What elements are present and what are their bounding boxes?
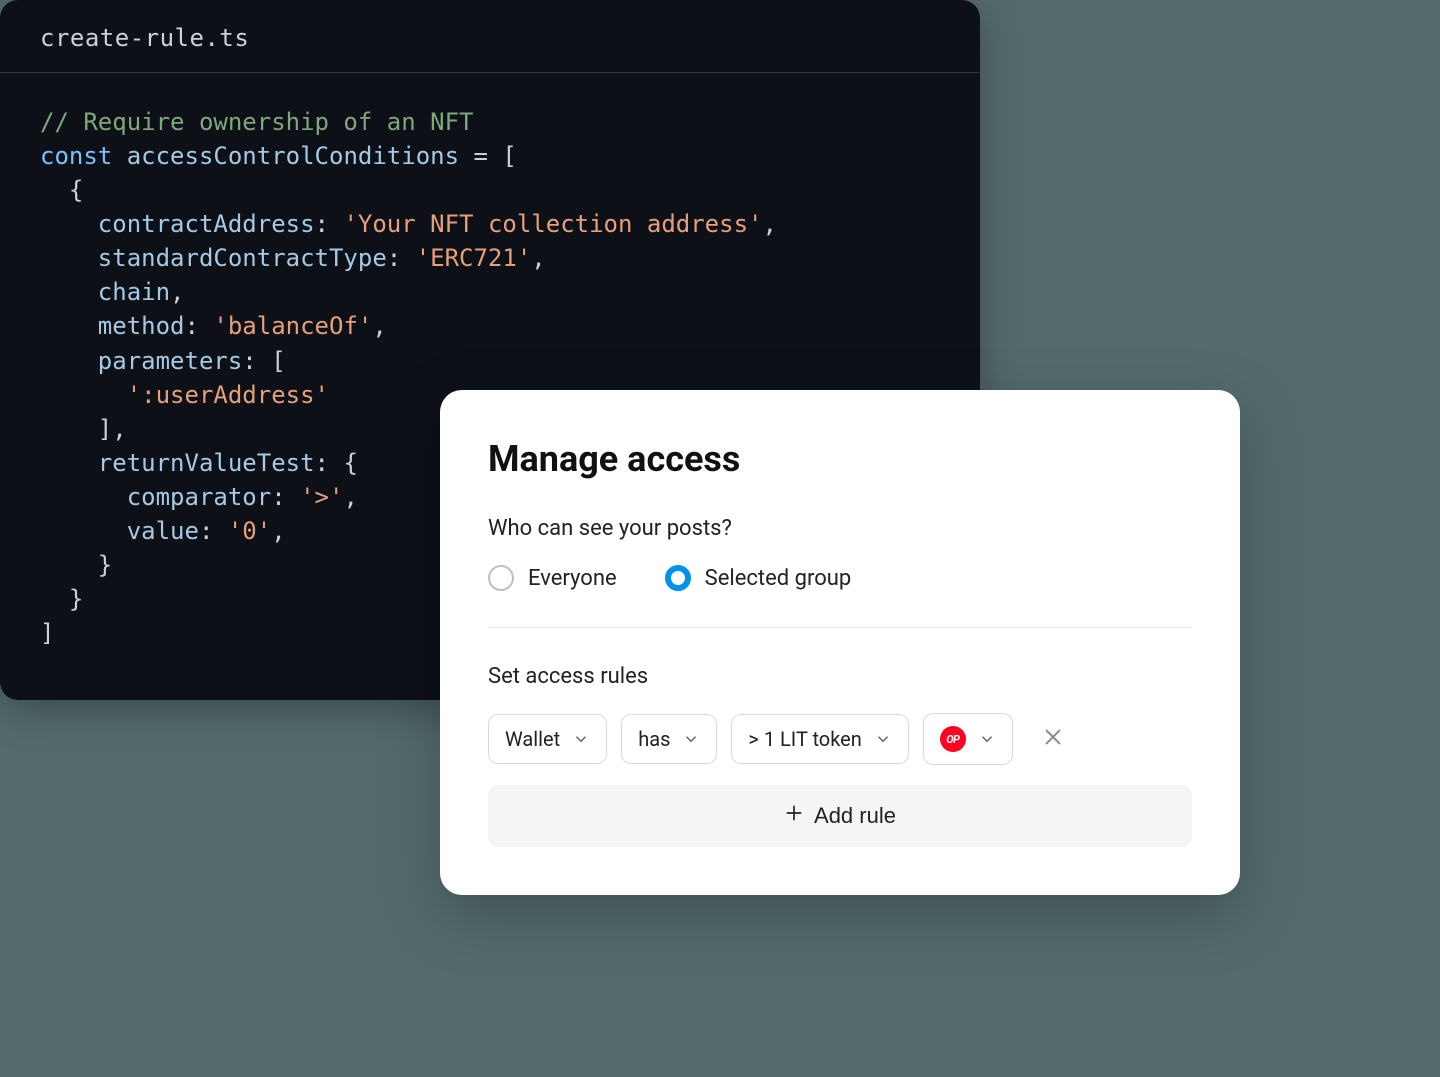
rule-chain-select[interactable]: OP [923,713,1013,765]
manage-access-title: Manage access [488,438,1192,480]
manage-access-question: Who can see your posts? [488,516,1192,541]
rule-verb-select[interactable]: has [621,714,717,764]
radio-label-everyone: Everyone [528,566,617,591]
plus-icon [784,803,804,829]
manage-access-card: Manage access Who can see your posts? Ev… [440,390,1240,895]
optimism-badge-icon: OP [940,726,966,752]
rule-object-select[interactable]: > 1 LIT token [731,714,908,764]
radio-circle-icon [488,565,514,591]
rule-object-value: > 1 LIT token [748,727,861,751]
code-keyword-const: const [40,142,112,170]
radio-circle-selected-icon [665,565,691,591]
radio-selected-group[interactable]: Selected group [665,565,852,591]
chevron-down-icon [978,730,996,748]
rule-subject-value: Wallet [505,727,560,751]
remove-rule-button[interactable] [1035,721,1071,757]
chevron-down-icon [572,730,590,748]
code-comment: // Require ownership of an NFT [40,108,473,136]
set-access-rules-title: Set access rules [488,664,1192,689]
radio-everyone[interactable]: Everyone [488,565,617,591]
add-rule-button[interactable]: Add rule [488,785,1192,847]
divider [488,627,1192,628]
radio-label-selected-group: Selected group [705,566,852,591]
code-filename: create-rule.ts [0,0,980,73]
rule-subject-select[interactable]: Wallet [488,714,607,764]
visibility-radio-group: Everyone Selected group [488,565,1192,591]
close-icon [1042,726,1064,752]
code-var-name: accessControlConditions [127,142,459,170]
chevron-down-icon [682,730,700,748]
chevron-down-icon [874,730,892,748]
rule-row: Wallet has > 1 LIT token OP [488,713,1192,765]
add-rule-label: Add rule [814,803,896,829]
rule-verb-value: has [638,727,670,751]
